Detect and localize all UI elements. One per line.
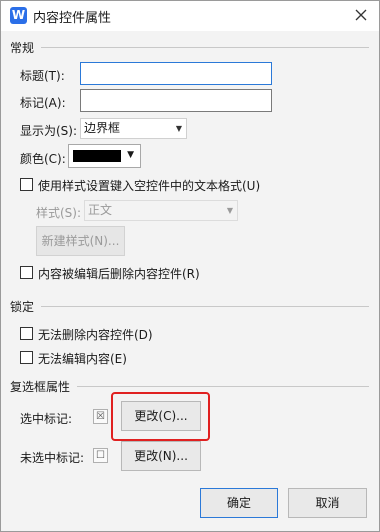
wps-writer-icon: W xyxy=(10,7,27,24)
style-dropdown[interactable]: 正文 ▼ xyxy=(84,200,238,221)
general-section-title: 常规 xyxy=(10,41,35,55)
checked-symbol-preview: ☒ xyxy=(93,409,108,424)
no-delete-checkbox[interactable] xyxy=(20,327,33,340)
use-style-label: 使用样式设置键入空控件中的文本格式(U) xyxy=(38,179,261,193)
title-label: 标题(T): xyxy=(20,69,65,83)
content-control-properties-dialog: W 内容控件属性 常规 标题(T): 标记(A): 显示为(S): 边界框 ▼ … xyxy=(0,0,380,532)
checkbox-props-section-title: 复选框属性 xyxy=(10,380,71,394)
locking-section-title: 锁定 xyxy=(10,300,35,314)
remove-on-edit-checkbox[interactable] xyxy=(20,266,33,279)
unchecked-symbol-preview: ☐ xyxy=(93,448,108,463)
show-as-label: 显示为(S): xyxy=(20,124,78,138)
ok-button[interactable]: 确定 xyxy=(200,488,278,518)
close-icon[interactable] xyxy=(353,7,369,23)
style-value: 正文 xyxy=(88,203,113,217)
cancel-button[interactable]: 取消 xyxy=(288,488,367,518)
title-bar: W 内容控件属性 xyxy=(1,1,379,31)
color-picker[interactable]: ▼ xyxy=(68,144,141,168)
color-label: 颜色(C): xyxy=(20,152,66,166)
chevron-down-icon: ▼ xyxy=(175,124,182,133)
tag-input[interactable] xyxy=(80,89,272,112)
locking-divider xyxy=(41,306,369,307)
new-style-button[interactable]: 新建样式(N)... xyxy=(36,226,125,256)
checked-symbol-label: 选中标记: xyxy=(20,412,73,426)
chevron-down-icon: ▼ xyxy=(226,206,233,215)
no-delete-label: 无法删除内容控件(D) xyxy=(38,328,153,342)
remove-on-edit-label: 内容被编辑后删除内容控件(R) xyxy=(38,267,200,281)
change-unchecked-symbol-button[interactable]: 更改(N)... xyxy=(121,441,201,471)
dialog-title: 内容控件属性 xyxy=(33,11,112,26)
tag-label: 标记(A): xyxy=(20,96,66,110)
show-as-value: 边界框 xyxy=(84,121,121,135)
general-divider xyxy=(41,47,369,48)
unchecked-symbol-label: 未选中标记: xyxy=(20,451,85,465)
style-label: 样式(S): xyxy=(36,206,82,220)
checkbox-props-divider xyxy=(77,386,369,387)
color-swatch xyxy=(73,150,121,162)
no-edit-checkbox[interactable] xyxy=(20,351,33,364)
red-highlight-box xyxy=(111,392,210,441)
chevron-down-icon: ▼ xyxy=(127,150,134,160)
title-input[interactable] xyxy=(80,62,272,85)
show-as-dropdown[interactable]: 边界框 ▼ xyxy=(80,118,187,139)
no-edit-label: 无法编辑内容(E) xyxy=(38,352,127,366)
use-style-checkbox[interactable] xyxy=(20,178,33,191)
